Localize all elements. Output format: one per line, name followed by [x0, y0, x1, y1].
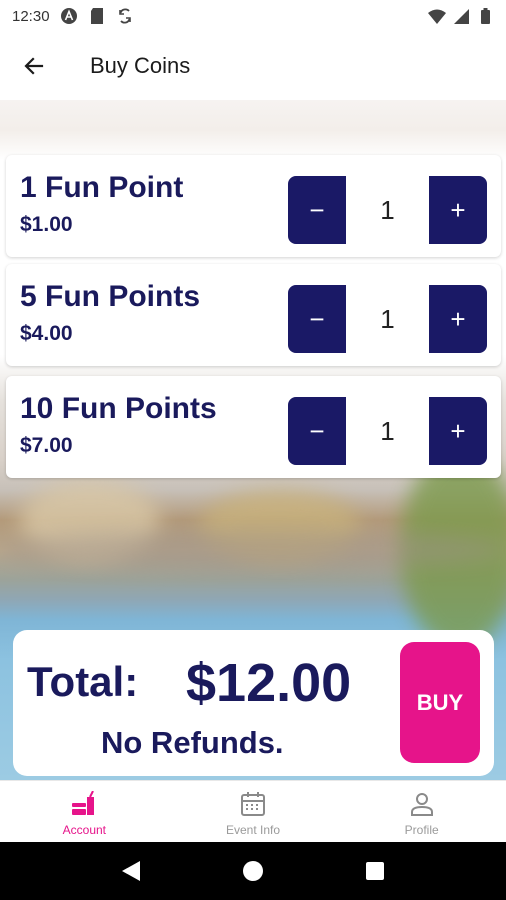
- increase-button[interactable]: +: [429, 397, 487, 465]
- nav-label: Account: [62, 822, 107, 837]
- system-recents-button[interactable]: [360, 856, 390, 886]
- app-bar: Buy Coins: [0, 32, 506, 100]
- signal-icon: [452, 7, 470, 25]
- nav-item-event-info[interactable]: Event Info: [169, 781, 338, 842]
- nav-item-profile[interactable]: Profile: [337, 781, 506, 842]
- decrease-button[interactable]: −: [288, 397, 346, 465]
- sd-card-icon: [88, 7, 106, 25]
- quantity-value[interactable]: 1: [346, 397, 429, 465]
- battery-icon: [476, 7, 494, 25]
- system-nav-bar: [0, 842, 506, 900]
- status-time: 12:30: [12, 7, 50, 25]
- decrease-button[interactable]: −: [288, 176, 346, 244]
- sync-icon: [116, 7, 134, 25]
- decrease-button[interactable]: −: [288, 285, 346, 353]
- item-name: 5 Fun Points: [20, 280, 200, 313]
- food-drink-icon: [72, 790, 95, 815]
- item-price: $4.00: [20, 322, 73, 345]
- nav-label: Event Info: [225, 822, 281, 837]
- buy-button[interactable]: BUY: [400, 642, 480, 763]
- nav-label: Profile: [404, 822, 439, 837]
- app-a-icon: [60, 7, 78, 25]
- calendar-icon: [241, 791, 265, 816]
- item-card-1: 1 Fun Point $1.00 − 1 +: [6, 155, 501, 257]
- content-area: 1 Fun Point $1.00 − 1 + 5 Fun Points $4.…: [0, 100, 506, 780]
- quantity-value[interactable]: 1: [346, 176, 429, 244]
- back-triangle-icon: [122, 861, 140, 881]
- item-card-3: 10 Fun Points $7.00 − 1 +: [6, 376, 501, 478]
- total-label: Total:: [27, 658, 139, 705]
- status-bar: 12:30: [0, 0, 506, 32]
- system-home-button[interactable]: [238, 856, 268, 886]
- no-refunds-notice: No Refunds.: [101, 725, 284, 760]
- status-left: 12:30: [12, 7, 134, 25]
- quantity-stepper: − 1 +: [288, 397, 487, 465]
- total-value: $12.00: [186, 653, 352, 713]
- quantity-stepper: − 1 +: [288, 285, 487, 353]
- status-right: [428, 7, 494, 25]
- page-title: Buy Coins: [90, 53, 191, 78]
- item-price: $1.00: [20, 213, 73, 236]
- nav-item-account[interactable]: Account: [0, 781, 169, 842]
- person-icon: [410, 792, 433, 816]
- recents-square-icon: [366, 862, 384, 880]
- bottom-nav: Account Event Info Profile: [0, 780, 506, 842]
- item-name: 10 Fun Points: [20, 392, 217, 425]
- quantity-stepper: − 1 +: [288, 176, 487, 244]
- quantity-value[interactable]: 1: [346, 285, 429, 353]
- arrow-left-icon: [24, 57, 44, 75]
- increase-button[interactable]: +: [429, 285, 487, 353]
- wifi-icon: [428, 7, 446, 25]
- item-price: $7.00: [20, 434, 73, 457]
- home-circle-icon: [243, 861, 263, 881]
- increase-button[interactable]: +: [429, 176, 487, 244]
- item-card-2: 5 Fun Points $4.00 − 1 +: [6, 264, 501, 366]
- total-card: Total: $12.00 No Refunds. BUY: [13, 630, 494, 776]
- back-button[interactable]: [0, 32, 68, 100]
- system-back-button[interactable]: [116, 856, 146, 886]
- item-name: 1 Fun Point: [20, 171, 184, 204]
